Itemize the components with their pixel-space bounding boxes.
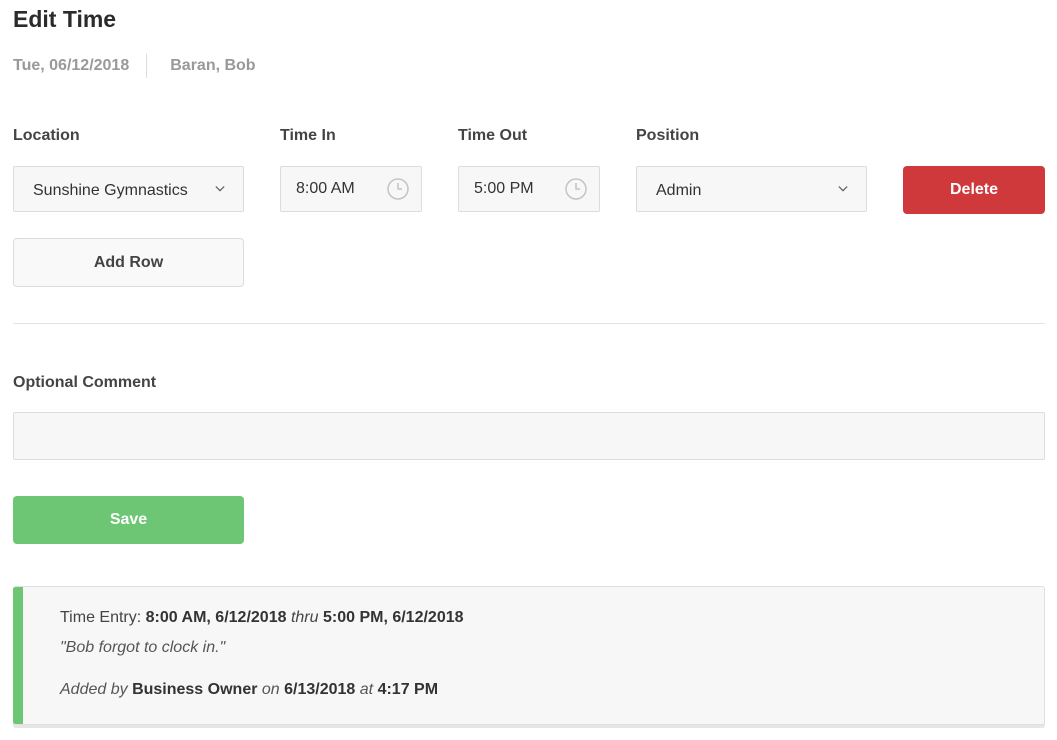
time-in-input[interactable]: 8:00 AM [280,166,422,212]
save-button[interactable]: Save [13,496,244,544]
edit-time-page: Edit Time Tue, 06/12/2018 Baran, Bob Loc… [0,0,1057,740]
time-entry-history-card: Time Entry: 8:00 AM, 6/12/2018 thru 5:00… [13,586,1045,725]
history-added-line: Added by Business Owner on 6/13/2018 at … [60,679,438,701]
at-word: at [359,681,374,698]
employee-name: Baran, Bob [170,57,256,74]
time-out-value: 5:00 PM [474,180,534,197]
position-select-value: Admin [656,181,702,199]
entry-prefix: Time Entry: [60,609,142,626]
comment-label: Optional Comment [13,374,157,391]
history-comment: "Bob forgot to clock in." [60,639,226,656]
location-label: Location [13,127,80,144]
added-by-name: Business Owner [132,681,258,698]
clock-icon[interactable] [565,178,587,200]
entry-subheader: Tue, 06/12/2018 Baran, Bob [13,54,256,78]
entry-date: Tue, 06/12/2018 [13,57,130,74]
chevron-down-icon [215,184,225,194]
history-entry-line: Time Entry: 8:00 AM, 6/12/2018 thru 5:00… [60,607,464,629]
chevron-down-icon [838,184,848,194]
section-divider [13,323,1045,324]
history-accent-bar [13,587,23,724]
time-in-value: 8:00 AM [296,180,355,197]
added-date: 6/13/2018 [284,681,356,698]
entry-thru: thru [290,609,319,626]
time-out-input[interactable]: 5:00 PM [458,166,600,212]
time-out-label: Time Out [458,127,528,144]
location-select-value: Sunshine Gymnastics [33,181,188,199]
added-by-prefix: Added by [60,681,128,698]
added-time: 4:17 PM [377,681,439,698]
position-select[interactable]: Admin [636,166,867,212]
entry-start: 8:00 AM, 6/12/2018 [145,609,287,626]
add-row-button[interactable]: Add Row [13,238,244,287]
comment-input[interactable] [13,412,1045,460]
delete-button[interactable]: Delete [903,166,1045,214]
time-in-label: Time In [280,127,336,144]
page-title: Edit Time [13,6,117,32]
clock-icon[interactable] [387,178,409,200]
on-word: on [261,681,280,698]
entry-end: 5:00 PM, 6/12/2018 [322,609,464,626]
position-label: Position [636,127,700,144]
location-select[interactable]: Sunshine Gymnastics [13,166,244,212]
